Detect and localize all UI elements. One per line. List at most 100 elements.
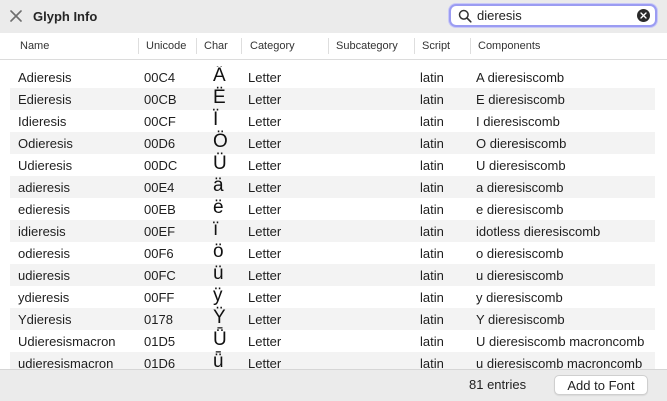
column-header-name[interactable]: Name: [20, 40, 49, 52]
cell-category: Letter: [248, 246, 282, 261]
cell-char: Ë: [213, 87, 226, 108]
cell-char: ï: [213, 219, 219, 240]
table-row[interactable]: edieresis 00EB ë Letter latin e dieresis…: [10, 197, 655, 220]
cell-char: ö: [213, 241, 224, 262]
cell-unicode: 00EF: [144, 224, 176, 239]
cell-name: Udieresis: [18, 158, 73, 173]
cell-script: latin: [420, 334, 444, 349]
search-icon: [458, 9, 472, 23]
table-row[interactable]: Adieresis 00C4 Ä Letter latin A dieresis…: [10, 66, 655, 88]
cell-category: Letter: [248, 268, 282, 283]
column-divider[interactable]: [414, 38, 415, 54]
cell-components: idotless dieresiscomb: [476, 224, 601, 239]
cell-unicode: 00CF: [144, 114, 176, 129]
cell-unicode: 01D6: [144, 356, 176, 369]
cell-category: Letter: [248, 290, 282, 305]
cell-char: Ä: [213, 66, 226, 86]
table-row[interactable]: ydieresis 00FF ÿ Letter latin y dieresis…: [10, 285, 655, 308]
column-header-char[interactable]: Char: [204, 40, 228, 52]
cell-char: ü: [213, 263, 224, 284]
cell-category: Letter: [248, 158, 282, 173]
table-row[interactable]: Odieresis 00D6 Ö Letter latin O dieresis…: [10, 131, 655, 154]
table-row[interactable]: Ydieresis 0178 Ÿ Letter latin Y dieresis…: [10, 307, 655, 330]
cell-unicode: 00C4: [144, 70, 176, 85]
cell-components: u dieresiscomb: [476, 268, 564, 283]
column-header-category[interactable]: Category: [250, 40, 295, 52]
cell-script: latin: [420, 136, 444, 151]
cell-category: Letter: [248, 224, 282, 239]
entries-count: 81 entries: [469, 377, 527, 392]
table-row[interactable]: Edieresis 00CB Ë Letter latin E dieresis…: [10, 87, 655, 110]
clear-search-button[interactable]: [637, 9, 650, 22]
table-row[interactable]: Idieresis 00CF Ï Letter latin I dieresis…: [10, 109, 655, 132]
cell-char: Ï: [213, 109, 219, 130]
table-row[interactable]: Udieresis 00DC Ü Letter latin U dieresis…: [10, 153, 655, 176]
cell-char: Ǖ: [213, 329, 227, 350]
table-row[interactable]: Udieresismacron 01D5 Ǖ Letter latin U di…: [10, 329, 655, 352]
column-divider[interactable]: [241, 38, 242, 54]
cell-char: Ü: [213, 153, 227, 174]
cell-name: edieresis: [18, 202, 71, 217]
cell-name: Udieresismacron: [18, 334, 116, 349]
cell-unicode: 00FC: [144, 268, 176, 283]
cell-components: a dieresiscomb: [476, 180, 564, 195]
table-row[interactable]: udieresis 00FC ü Letter latin u dieresis…: [10, 263, 655, 286]
cell-script: latin: [420, 246, 444, 261]
cell-components: o dieresiscomb: [476, 246, 564, 261]
column-header-subcategory[interactable]: Subcategory: [336, 40, 398, 52]
cell-script: latin: [420, 70, 444, 85]
cell-unicode: 00E4: [144, 180, 175, 195]
cell-name: udieresismacron: [18, 356, 114, 369]
cell-script: latin: [420, 92, 444, 107]
cell-components: I dieresiscomb: [476, 114, 560, 129]
cell-category: Letter: [248, 92, 282, 107]
column-divider[interactable]: [138, 38, 139, 54]
cell-char: Ÿ: [213, 307, 226, 328]
column-header-script[interactable]: Script: [422, 40, 450, 52]
cell-char: ä: [213, 175, 224, 196]
cell-unicode: 01D5: [144, 334, 176, 349]
search-field[interactable]: [449, 4, 657, 27]
cell-unicode: 0178: [144, 312, 173, 327]
cell-category: Letter: [248, 356, 282, 369]
cell-category: Letter: [248, 312, 282, 327]
cell-script: latin: [420, 312, 444, 327]
close-icon: [10, 10, 22, 22]
column-divider[interactable]: [470, 38, 471, 54]
column-divider[interactable]: [328, 38, 329, 54]
column-divider[interactable]: [196, 38, 197, 54]
table-header: Name Unicode Char Category Subcategory S…: [0, 33, 667, 60]
title-bar: Glyph Info: [0, 0, 667, 33]
clear-search-icon: [640, 12, 647, 19]
cell-unicode: 00CB: [144, 92, 177, 107]
add-to-font-button[interactable]: Add to Font: [554, 375, 648, 395]
column-header-components[interactable]: Components: [478, 40, 540, 52]
cell-name: Idieresis: [18, 114, 67, 129]
column-header-unicode[interactable]: Unicode: [146, 40, 186, 52]
close-button[interactable]: [8, 8, 24, 24]
cell-category: Letter: [248, 334, 282, 349]
cell-unicode: 00F6: [144, 246, 174, 261]
table-row[interactable]: adieresis 00E4 ä Letter latin a dieresis…: [10, 175, 655, 198]
cell-unicode: 00FF: [144, 290, 175, 305]
cell-category: Letter: [248, 202, 282, 217]
cell-char: ǖ: [213, 351, 224, 369]
cell-category: Letter: [248, 70, 282, 85]
cell-category: Letter: [248, 180, 282, 195]
cell-components: O dieresiscomb: [476, 136, 567, 151]
cell-script: latin: [420, 158, 444, 173]
cell-components: A dieresiscomb: [476, 70, 565, 85]
cell-name: Edieresis: [18, 92, 72, 107]
window-title: Glyph Info: [33, 9, 98, 24]
cell-name: udieresis: [18, 268, 71, 283]
search-input[interactable]: [477, 7, 627, 24]
table-row[interactable]: udieresismacron 01D6 ǖ Letter latin u di…: [10, 351, 655, 369]
table-row[interactable]: odieresis 00F6 ö Letter latin o dieresis…: [10, 241, 655, 264]
cell-script: latin: [420, 180, 444, 195]
cell-category: Letter: [248, 136, 282, 151]
table-row[interactable]: idieresis 00EF ï Letter latin idotless d…: [10, 219, 655, 242]
cell-components: U dieresiscomb: [476, 158, 566, 173]
cell-name: idieresis: [18, 224, 66, 239]
cell-unicode: 00EB: [144, 202, 176, 217]
cell-script: latin: [420, 114, 444, 129]
